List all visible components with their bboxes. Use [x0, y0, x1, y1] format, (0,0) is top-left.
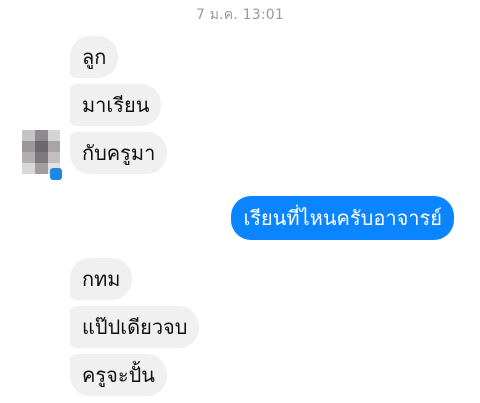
active-status-icon [50, 168, 62, 180]
incoming-message-bubble[interactable]: ครูจะปั้น [70, 354, 167, 396]
incoming-message-bubble[interactable]: มาเรียน [70, 84, 162, 126]
incoming-message-bubble[interactable]: กทม [70, 258, 133, 300]
incoming-message-bubble[interactable]: กับครูมา [70, 132, 168, 174]
incoming-message-bubble[interactable]: ลูก [70, 36, 119, 78]
outgoing-message-bubble[interactable]: เรียนที่ไหนครับอาจารย์ [231, 196, 454, 240]
incoming-message-bubble[interactable]: แป๊ปเดียวจบ [70, 306, 200, 348]
message-timestamp: 7 ม.ค. 13:01 [195, 7, 285, 23]
chat-thread: 7 ม.ค. 13:01 ลูก มาเรียน กับครูมา เรียนท… [0, 0, 480, 403]
